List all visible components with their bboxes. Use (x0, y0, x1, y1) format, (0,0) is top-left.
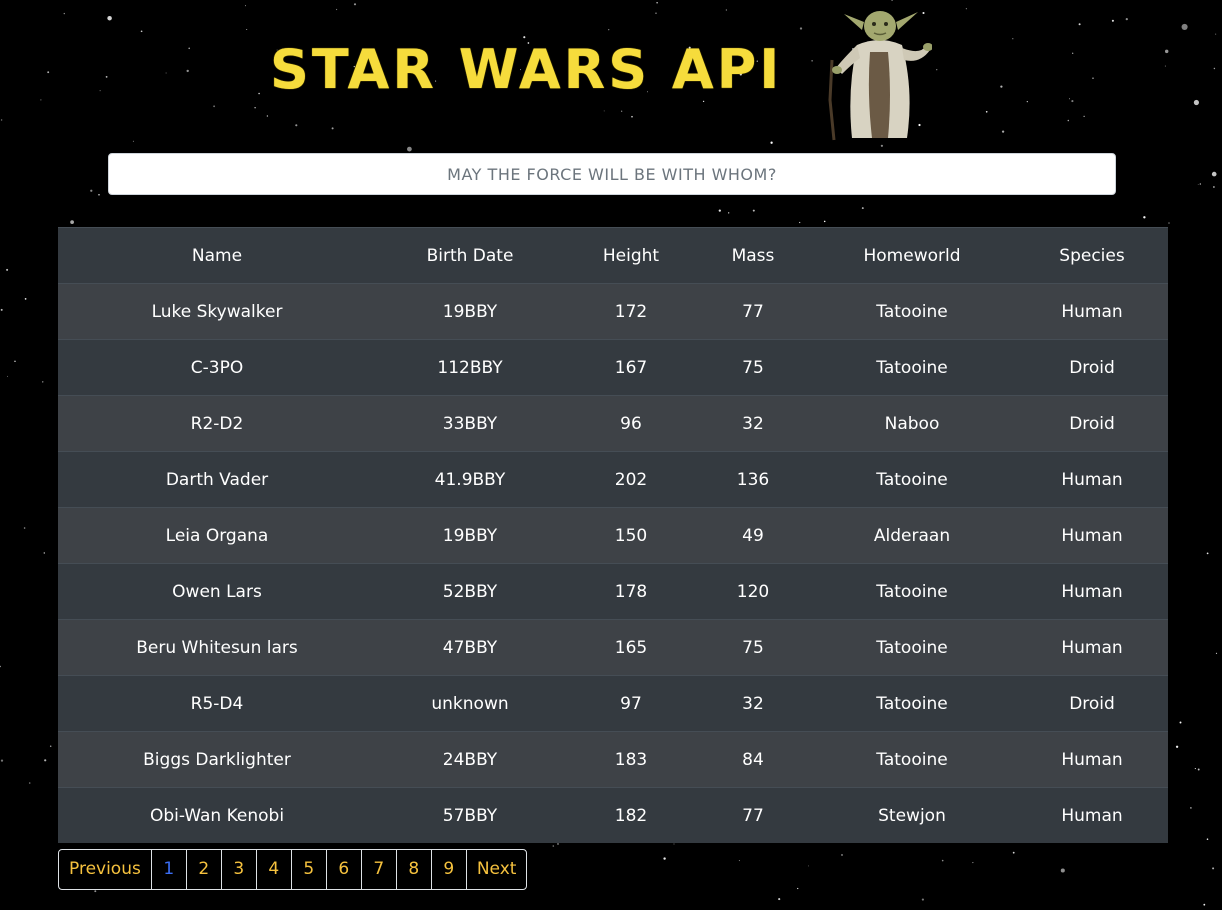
cell-species: Human (1016, 451, 1168, 508)
cell-height: 178 (564, 563, 698, 620)
cell-homeworld: Stewjon (808, 787, 1016, 843)
cell-mass: 75 (698, 619, 808, 676)
pagination-page-1[interactable]: 1 (150, 850, 186, 889)
cell-birth-date: 19BBY (376, 283, 564, 340)
cell-name: Obi-Wan Kenobi (58, 787, 376, 843)
cell-height: 97 (564, 675, 698, 732)
cell-species: Human (1016, 619, 1168, 676)
cell-species: Droid (1016, 675, 1168, 732)
pagination-page-8[interactable]: 8 (395, 850, 431, 889)
search-input[interactable] (108, 153, 1116, 195)
cell-name: Leia Organa (58, 507, 376, 564)
cell-birth-date: 52BBY (376, 563, 564, 620)
cell-homeworld: Tatooine (808, 619, 1016, 676)
cell-species: Human (1016, 283, 1168, 340)
pagination-page-2[interactable]: 2 (185, 850, 221, 889)
cell-height: 165 (564, 619, 698, 676)
cell-homeworld: Tatooine (808, 451, 1016, 508)
cell-name: Beru Whitesun lars (58, 619, 376, 676)
pagination-page-3[interactable]: 3 (220, 850, 256, 889)
cell-birth-date: 47BBY (376, 619, 564, 676)
cell-species: Human (1016, 507, 1168, 564)
pagination-page-7[interactable]: 7 (360, 850, 396, 889)
cell-species: Droid (1016, 339, 1168, 396)
cell-birth-date: 41.9BBY (376, 451, 564, 508)
column-header-name[interactable]: Name (58, 227, 376, 284)
cell-name: Biggs Darklighter (58, 731, 376, 788)
cell-mass: 32 (698, 675, 808, 732)
column-header-birth-date[interactable]: Birth Date (376, 227, 564, 284)
cell-height: 182 (564, 787, 698, 843)
table-row: Biggs Darklighter 24BBY 183 84 Tatooine … (58, 731, 1168, 788)
cell-homeworld: Tatooine (808, 675, 1016, 732)
cell-homeworld: Tatooine (808, 731, 1016, 788)
cell-name: R5-D4 (58, 675, 376, 732)
cell-mass: 49 (698, 507, 808, 564)
cell-homeworld: Tatooine (808, 563, 1016, 620)
pagination-next-button[interactable]: Next (465, 850, 527, 889)
cell-name: Owen Lars (58, 563, 376, 620)
table-row: Leia Organa 19BBY 150 49 Alderaan Human (58, 507, 1168, 564)
cell-mass: 136 (698, 451, 808, 508)
table-row: R5-D4 unknown 97 32 Tatooine Droid (58, 675, 1168, 732)
cell-homeworld: Tatooine (808, 339, 1016, 396)
column-header-mass[interactable]: Mass (698, 227, 808, 284)
pagination-page-5[interactable]: 5 (290, 850, 326, 889)
pagination: Previous 1 2 3 4 5 6 7 8 9 Next (58, 849, 528, 890)
cell-birth-date: 24BBY (376, 731, 564, 788)
pagination-page-9[interactable]: 9 (430, 850, 466, 889)
pagination-previous-button[interactable]: Previous (59, 850, 151, 889)
cell-mass: 77 (698, 787, 808, 843)
cell-birth-date: unknown (376, 675, 564, 732)
cell-birth-date: 19BBY (376, 507, 564, 564)
pagination-page-4[interactable]: 4 (255, 850, 291, 889)
cell-birth-date: 112BBY (376, 339, 564, 396)
page: STAR WARS API Name Birth Date Height Mas… (0, 0, 1222, 910)
cell-height: 96 (564, 395, 698, 452)
table-row: Luke Skywalker 19BBY 172 77 Tatooine Hum… (58, 283, 1168, 340)
column-header-species[interactable]: Species (1016, 227, 1168, 284)
table-row: Obi-Wan Kenobi 57BBY 182 77 Stewjon Huma… (58, 787, 1168, 843)
cell-height: 183 (564, 731, 698, 788)
table-header-row: Name Birth Date Height Mass Homeworld Sp… (58, 227, 1168, 284)
cell-homeworld: Naboo (808, 395, 1016, 452)
cell-species: Human (1016, 731, 1168, 788)
cell-species: Human (1016, 563, 1168, 620)
table-row: C-3PO 112BBY 167 75 Tatooine Droid (58, 339, 1168, 396)
cell-height: 167 (564, 339, 698, 396)
cell-species: Human (1016, 787, 1168, 843)
cell-name: C-3PO (58, 339, 376, 396)
cell-species: Droid (1016, 395, 1168, 452)
table-row: Darth Vader 41.9BBY 202 136 Tatooine Hum… (58, 451, 1168, 508)
cell-height: 202 (564, 451, 698, 508)
column-header-height[interactable]: Height (564, 227, 698, 284)
yoda-icon (828, 11, 932, 141)
cell-name: Darth Vader (58, 451, 376, 508)
page-title: STAR WARS API (270, 38, 783, 101)
table-row: Beru Whitesun lars 47BBY 165 75 Tatooine… (58, 619, 1168, 676)
cell-homeworld: Alderaan (808, 507, 1016, 564)
table-row: R2-D2 33BBY 96 32 Naboo Droid (58, 395, 1168, 452)
table-row: Owen Lars 52BBY 178 120 Tatooine Human (58, 563, 1168, 620)
cell-birth-date: 33BBY (376, 395, 564, 452)
cell-name: Luke Skywalker (58, 283, 376, 340)
cell-mass: 84 (698, 731, 808, 788)
cell-height: 150 (564, 507, 698, 564)
cell-mass: 32 (698, 395, 808, 452)
column-header-homeworld[interactable]: Homeworld (808, 227, 1016, 284)
cell-birth-date: 57BBY (376, 787, 564, 843)
cell-mass: 120 (698, 563, 808, 620)
cell-mass: 77 (698, 283, 808, 340)
people-table: Name Birth Date Height Mass Homeworld Sp… (58, 227, 1168, 843)
cell-name: R2-D2 (58, 395, 376, 452)
cell-mass: 75 (698, 339, 808, 396)
pagination-page-6[interactable]: 6 (325, 850, 361, 889)
cell-homeworld: Tatooine (808, 283, 1016, 340)
cell-height: 172 (564, 283, 698, 340)
